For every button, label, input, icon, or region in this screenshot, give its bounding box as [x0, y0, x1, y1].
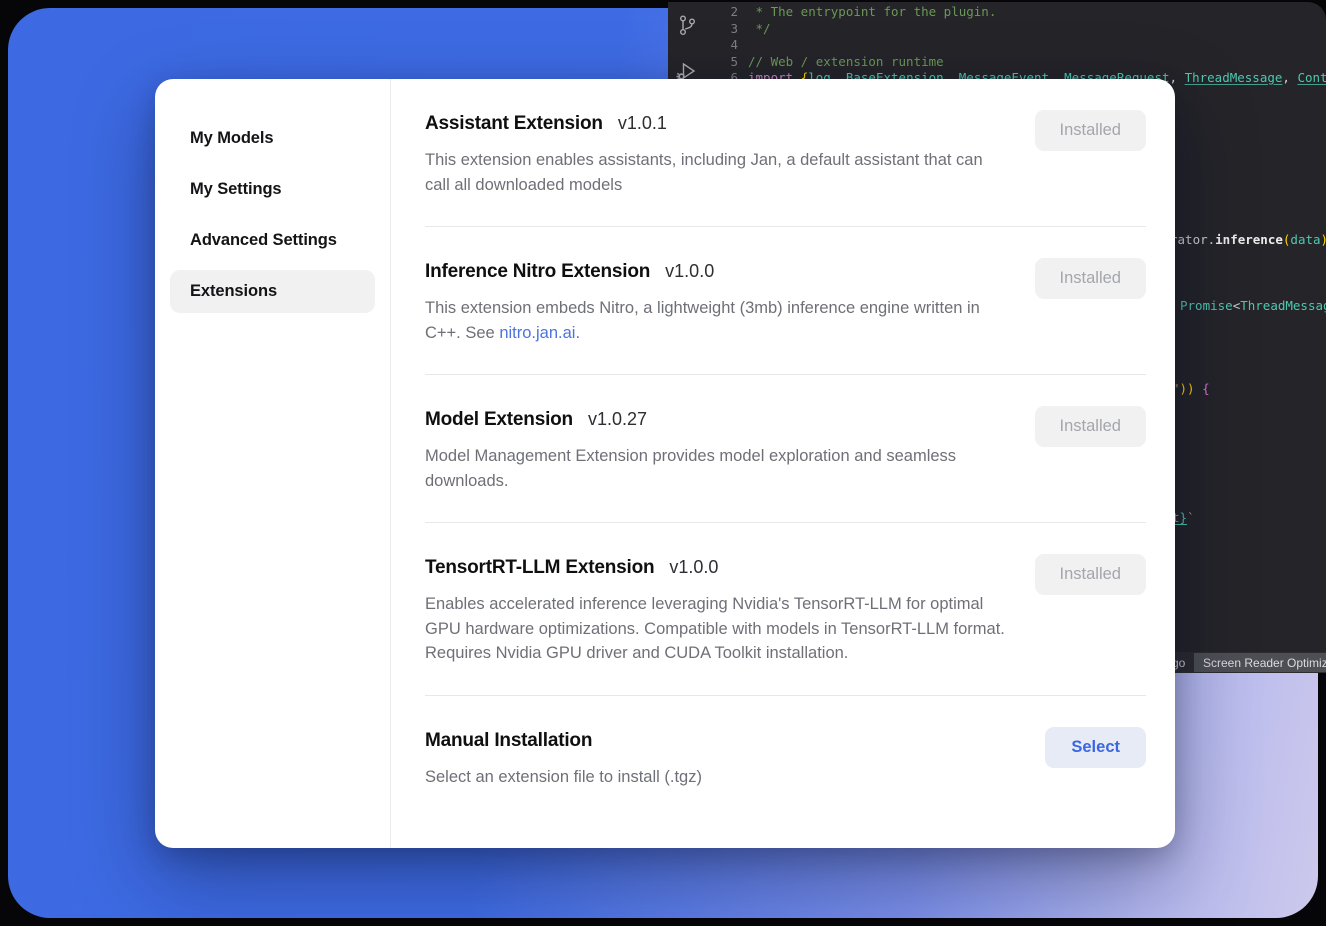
- extension-name: Inference Nitro Extension: [425, 260, 650, 284]
- extension-version: v1.0.1: [618, 113, 667, 134]
- code-fragment: Promise<ThreadMessage>: [1180, 298, 1326, 313]
- settings-modal: My Models My Settings Advanced Settings …: [155, 79, 1175, 848]
- extension-row: Assistant Extension v1.0.1 This extensio…: [425, 79, 1146, 226]
- extension-action-button[interactable]: Installed: [1035, 110, 1146, 151]
- extension-description: Enables accelerated inference leveraging…: [425, 592, 1010, 666]
- sidebar-item-label: My Models: [190, 129, 273, 148]
- extension-description: Select an extension file to install (.tg…: [425, 765, 1010, 790]
- extension-link[interactable]: nitro.jan.ai.: [499, 324, 580, 342]
- extension-description: This extension enables assistants, inclu…: [425, 148, 1010, 197]
- extension-action-button[interactable]: Installed: [1035, 406, 1146, 447]
- extension-version: v1.0.0: [669, 557, 718, 578]
- sidebar-item-my-settings[interactable]: My Settings: [170, 168, 375, 211]
- extension-row: TensortRT-LLM Extension v1.0.0 Enables a…: [425, 522, 1146, 695]
- extension-action-button[interactable]: Installed: [1035, 258, 1146, 299]
- extension-action-button[interactable]: Installed: [1035, 554, 1146, 595]
- sidebar-item-label: Advanced Settings: [190, 231, 337, 250]
- screenshot-canvas: 2 * The entrypoint for the plugin.3 */45…: [0, 0, 1326, 926]
- extension-description: This extension embeds Nitro, a lightweig…: [425, 296, 1010, 345]
- extension-name: Manual Installation: [425, 729, 592, 753]
- sidebar-item-label: Extensions: [190, 282, 277, 301]
- extension-name: Model Extension: [425, 408, 573, 432]
- extension-name: Assistant Extension: [425, 112, 603, 136]
- code-fragment: t}`: [1172, 510, 1195, 525]
- extension-version: v1.0.27: [588, 409, 647, 430]
- settings-sidebar: My Models My Settings Advanced Settings …: [155, 79, 391, 848]
- extensions-list: Assistant Extension v1.0.1 This extensio…: [392, 79, 1175, 848]
- extension-name: TensortRT-LLM Extension: [425, 556, 654, 580]
- sidebar-item-my-models[interactable]: My Models: [170, 117, 375, 160]
- extension-version: v1.0.0: [665, 261, 714, 282]
- sidebar-item-label: My Settings: [190, 180, 282, 199]
- sidebar-item-extensions[interactable]: Extensions: [170, 270, 375, 313]
- extension-action-button[interactable]: Select: [1045, 727, 1146, 768]
- code-fragment: ")) {: [1172, 381, 1210, 396]
- sidebar-item-advanced-settings[interactable]: Advanced Settings: [170, 219, 375, 262]
- screen-reader-status[interactable]: Screen Reader Optimized: [1194, 653, 1326, 672]
- extension-row: Model Extension v1.0.27 Model Management…: [425, 374, 1146, 522]
- extension-row: Inference Nitro Extension v1.0.0 This ex…: [425, 226, 1146, 374]
- editor-code-area[interactable]: 2 * The entrypoint for the plugin.3 */45…: [668, 4, 1326, 87]
- extension-description: Model Management Extension provides mode…: [425, 444, 1010, 493]
- code-fragment: rator.inference(data));: [1170, 232, 1326, 247]
- extension-row: Manual Installation Select an extension …: [425, 695, 1146, 819]
